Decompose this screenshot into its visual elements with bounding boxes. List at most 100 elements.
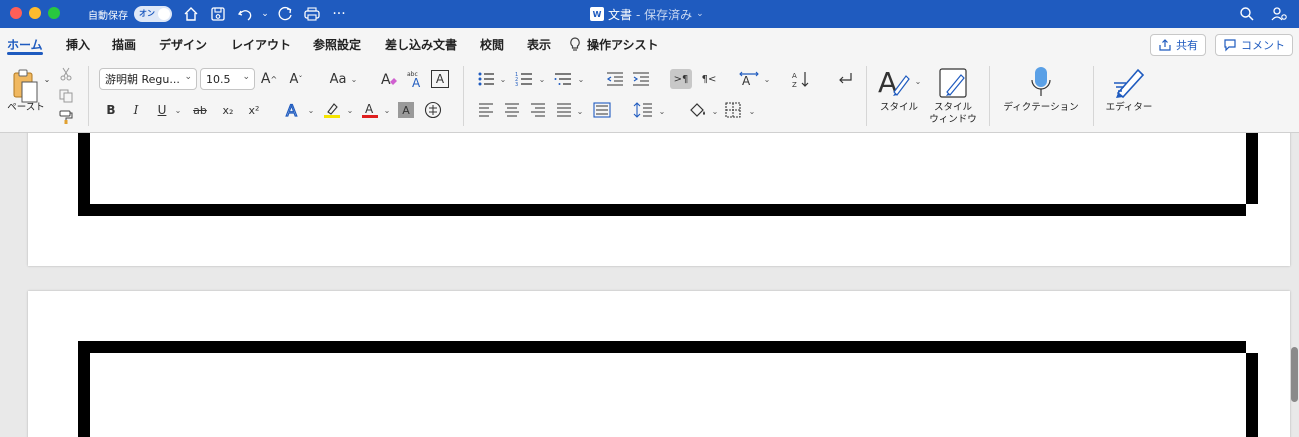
share-icon bbox=[1159, 39, 1171, 51]
paste-icon[interactable] bbox=[8, 66, 44, 106]
zoom-window-button[interactable] bbox=[48, 7, 60, 19]
tab-home[interactable]: ホーム bbox=[7, 28, 43, 60]
search-icon[interactable] bbox=[1238, 5, 1256, 23]
font-color-chevron-icon[interactable]: ⌄ bbox=[381, 105, 391, 115]
autosave-toggle[interactable]: オン bbox=[134, 6, 172, 22]
bullets-icon[interactable] bbox=[476, 70, 496, 88]
tab-insert[interactable]: 挿入 bbox=[66, 28, 90, 60]
share-button[interactable]: 共有 bbox=[1150, 34, 1206, 56]
justify-chevron-icon[interactable]: ⌄ bbox=[574, 106, 584, 116]
tab-mailings[interactable]: 差し込み文書 bbox=[385, 28, 457, 60]
editor-icon[interactable] bbox=[1112, 65, 1146, 99]
copy-icon[interactable] bbox=[58, 88, 74, 104]
ltr-paragraph-button[interactable]: >¶ bbox=[670, 69, 692, 89]
bullets-chevron-icon[interactable]: ⌄ bbox=[497, 74, 507, 84]
undo-icon[interactable] bbox=[236, 5, 254, 23]
change-case-icon[interactable]: Aa bbox=[326, 70, 350, 88]
font-size-combo[interactable]: 10.5 ⌄ bbox=[200, 68, 255, 90]
close-window-button[interactable] bbox=[10, 7, 22, 19]
align-right-icon[interactable] bbox=[530, 102, 546, 118]
borders-icon[interactable] bbox=[725, 102, 741, 118]
superscript-button[interactable]: x² bbox=[245, 101, 263, 119]
character-shading-icon[interactable]: A bbox=[398, 102, 414, 118]
grow-font-icon[interactable]: A ^ bbox=[260, 70, 278, 88]
tab-references[interactable]: 参照設定 bbox=[313, 28, 361, 60]
asian-layout-chevron-icon[interactable]: ⌄ bbox=[761, 74, 771, 84]
distributed-icon[interactable] bbox=[593, 102, 611, 118]
undo-dropdown-chevron-icon[interactable]: ⌄ bbox=[256, 5, 274, 23]
document-canvas[interactable] bbox=[0, 133, 1299, 437]
document-page[interactable] bbox=[28, 291, 1290, 437]
tab-design[interactable]: デザイン bbox=[159, 28, 207, 60]
increase-indent-icon[interactable] bbox=[631, 70, 651, 88]
numbering-chevron-icon[interactable]: ⌄ bbox=[536, 74, 546, 84]
tab-tell-me[interactable]: 操作アシスト bbox=[587, 28, 659, 60]
multilevel-chevron-icon[interactable]: ⌄ bbox=[575, 74, 585, 84]
more-icon[interactable]: ··· bbox=[330, 5, 348, 23]
sort-icon[interactable]: AZ bbox=[790, 69, 812, 89]
styles-gallery-icon[interactable]: A bbox=[878, 66, 910, 100]
svg-text:A: A bbox=[412, 76, 421, 89]
text-effects-icon[interactable]: A bbox=[283, 100, 303, 120]
share-label: 共有 bbox=[1176, 39, 1198, 52]
redo-icon[interactable] bbox=[276, 5, 294, 23]
shading-icon[interactable] bbox=[688, 101, 708, 119]
comment-label: コメント bbox=[1241, 39, 1285, 52]
cut-icon[interactable] bbox=[58, 66, 74, 82]
justify-icon[interactable] bbox=[556, 102, 572, 118]
font-size-value: 10.5 bbox=[206, 72, 231, 86]
asian-layout-icon[interactable]: A bbox=[738, 69, 760, 89]
tell-me-lightbulb-icon[interactable] bbox=[568, 28, 582, 60]
svg-text:3: 3 bbox=[515, 82, 518, 87]
multilevel-list-icon[interactable] bbox=[553, 70, 573, 88]
account-icon[interactable] bbox=[1270, 5, 1288, 23]
tab-draw[interactable]: 描画 bbox=[112, 28, 136, 60]
vertical-scrollbar-thumb[interactable] bbox=[1291, 347, 1298, 402]
strikethrough-button[interactable]: ab bbox=[191, 101, 209, 119]
styles-chevron-icon[interactable]: ⌄ bbox=[912, 76, 922, 86]
align-center-icon[interactable] bbox=[504, 102, 520, 118]
comment-button[interactable]: コメント bbox=[1215, 34, 1293, 56]
decrease-indent-icon[interactable] bbox=[605, 70, 625, 88]
text-effects-chevron-icon[interactable]: ⌄ bbox=[305, 105, 315, 115]
rtl-paragraph-button[interactable]: ¶< bbox=[698, 69, 720, 89]
tab-view[interactable]: 表示 bbox=[527, 28, 551, 60]
highlight-icon[interactable] bbox=[322, 100, 342, 120]
align-left-icon[interactable] bbox=[478, 102, 494, 118]
character-border-icon[interactable]: A bbox=[431, 70, 449, 88]
font-size-chevron-icon: ⌄ bbox=[242, 72, 250, 82]
dictate-microphone-icon[interactable] bbox=[1028, 64, 1054, 100]
autosave-label: 自動保存 bbox=[88, 10, 128, 22]
tab-review[interactable]: 校閲 bbox=[480, 28, 504, 60]
shading-chevron-icon[interactable]: ⌄ bbox=[709, 106, 719, 116]
bold-button[interactable]: B bbox=[103, 101, 119, 119]
document-page[interactable] bbox=[28, 133, 1290, 266]
font-color-icon[interactable]: A bbox=[360, 100, 380, 120]
borders-chevron-icon[interactable]: ⌄ bbox=[746, 106, 756, 116]
numbering-icon[interactable]: 123 bbox=[514, 70, 534, 88]
line-spacing-chevron-icon[interactable]: ⌄ bbox=[656, 106, 666, 116]
highlight-chevron-icon[interactable]: ⌄ bbox=[344, 105, 354, 115]
underline-chevron-icon[interactable]: ⌄ bbox=[172, 105, 182, 115]
shrink-font-icon[interactable]: Aˇ bbox=[287, 70, 305, 88]
format-painter-icon[interactable] bbox=[58, 109, 74, 125]
tab-layout[interactable]: レイアウト bbox=[231, 28, 291, 60]
show-formatting-icon[interactable] bbox=[834, 69, 854, 89]
minimize-window-button[interactable] bbox=[29, 7, 41, 19]
change-case-chevron-icon[interactable]: ⌄ bbox=[348, 74, 358, 84]
line-spacing-icon[interactable] bbox=[633, 101, 653, 119]
save-icon[interactable] bbox=[209, 5, 227, 23]
font-name-combo[interactable]: 游明朝 Regu... ⌄ bbox=[99, 68, 197, 90]
subscript-button[interactable]: x₂ bbox=[219, 101, 237, 119]
italic-button[interactable]: I bbox=[128, 101, 144, 119]
print-icon[interactable] bbox=[303, 5, 321, 23]
home-icon[interactable] bbox=[182, 5, 200, 23]
phonetic-guide-icon[interactable]: abc A bbox=[405, 69, 425, 89]
document-title[interactable]: W 文書 - 保存済み ⌄ bbox=[590, 0, 704, 28]
clear-formatting-icon[interactable]: A bbox=[380, 69, 398, 89]
svg-text:A: A bbox=[381, 72, 391, 88]
styles-pane-icon[interactable] bbox=[936, 65, 970, 101]
paste-dropdown-chevron-icon[interactable]: ⌄ bbox=[42, 74, 52, 84]
enclose-characters-icon[interactable] bbox=[424, 101, 442, 119]
underline-button[interactable]: U bbox=[154, 101, 170, 119]
